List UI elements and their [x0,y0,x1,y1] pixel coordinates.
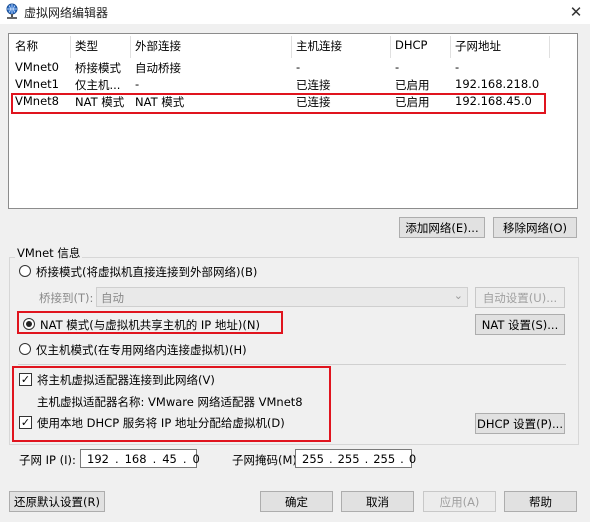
ip-dot: . [152,451,157,466]
app-network-icon [4,3,20,20]
help-button[interactable]: 帮助 [504,491,577,512]
table-cell[interactable]: 已连接 [296,94,331,111]
bridge-to-label: 桥接到(T): [39,291,94,305]
ip-dot: . [328,451,333,466]
ip-dot: . [182,451,187,466]
table-cell[interactable]: NAT 模式 [75,94,124,111]
table-cell[interactable]: 192.168.45.0 [455,94,532,111]
table-cell[interactable]: 192.168.218.0 [455,77,539,94]
network-table[interactable]: 名称 类型 外部连接 主机连接 DHCP 子网地址 VMnet0 桥接模式 自动… [8,33,578,209]
bridge-to-select[interactable]: 自动 ⌄ [96,287,468,307]
table-cell[interactable]: - [455,60,459,77]
window-title: 虚拟网络编辑器 [24,6,109,20]
apply-button[interactable]: 应用(A) [423,491,496,512]
column-divider [70,36,71,58]
ip-octet: 192 [87,451,109,466]
nat-mode-label[interactable]: NAT 模式(与虚拟机共享主机的 IP 地址)(N) [40,317,260,333]
column-header-type[interactable]: 类型 [75,38,98,58]
use-dhcp-label[interactable]: 使用本地 DHCP 服务将 IP 地址分配给虚拟机(D) [37,415,285,431]
ip-dot: . [364,451,369,466]
column-divider [130,36,131,58]
column-header-subnet[interactable]: 子网地址 [455,38,501,58]
adapter-name-text: 主机虚拟适配器名称: VMware 网络适配器 VMnet8 [37,395,303,409]
divider [18,364,566,365]
dhcp-settings-button[interactable]: DHCP 设置(P)... [475,413,565,434]
column-divider [390,36,391,58]
ip-octet: 168 [124,451,147,466]
column-header-dhcp[interactable]: DHCP [395,38,427,58]
column-divider [549,36,550,58]
bridge-mode-radio[interactable] [19,265,31,277]
connect-adapter-label[interactable]: 将主机虚拟适配器连接到此网络(V) [37,372,215,388]
subnet-mask-input[interactable]: 255 . 255 . 255 . 0 [295,449,416,468]
table-cell[interactable]: 已启用 [395,77,430,94]
nat-mode-radio[interactable] [23,318,35,330]
table-cell[interactable]: - [135,77,139,94]
add-network-button[interactable]: 添加网络(E)... [399,217,485,238]
table-cell[interactable]: VMnet0 [15,60,59,77]
column-divider [291,36,292,58]
column-header-external[interactable]: 外部连接 [135,38,181,58]
mask-octet: 255 [302,451,324,466]
auto-settings-button[interactable]: 自动设置(U)... [475,287,565,308]
group-label: VMnet 信息 [15,245,83,261]
ip-octet: 45 [162,451,177,466]
table-cell[interactable]: 已连接 [296,77,331,94]
mask-octet: 255 [337,451,360,466]
subnet-ip-label: 子网 IP (I): [19,453,76,467]
ok-button[interactable]: 确定 [260,491,333,512]
column-header-name[interactable]: 名称 [15,38,38,58]
ip-dot: . [400,451,404,466]
table-cell[interactable]: 已启用 [395,94,430,111]
subnet-mask-label: 子网掩码(M): [232,453,301,467]
ip-octet: 0 [192,451,200,466]
restore-defaults-button[interactable]: 还原默认设置(R) [9,491,105,512]
column-divider [450,36,451,58]
ip-dot: . [114,451,119,466]
table-cell[interactable]: - [296,60,300,77]
bridge-mode-label[interactable]: 桥接模式(将虚拟机直接连接到外部网络)(B) [36,264,257,280]
nat-settings-button[interactable]: NAT 设置(S)... [475,314,565,335]
connect-adapter-checkbox[interactable]: ✓ [19,373,32,386]
table-cell[interactable]: 自动桥接 [135,60,181,77]
table-cell[interactable]: - [395,60,399,77]
chevron-down-icon: ⌄ [453,289,463,302]
use-dhcp-checkbox[interactable]: ✓ [19,416,32,429]
column-header-host[interactable]: 主机连接 [296,38,342,58]
mask-octet: 0 [408,451,417,466]
table-cell[interactable]: 桥接模式 [75,60,121,77]
table-cell[interactable]: VMnet1 [15,77,59,94]
table-cell[interactable]: VMnet8 [15,94,59,111]
host-only-radio[interactable] [19,343,31,355]
table-cell[interactable]: NAT 模式 [135,94,184,111]
subnet-ip-input[interactable]: 192 . 168 . 45 . 0 [80,449,200,468]
remove-network-button[interactable]: 移除网络(O) [493,217,577,238]
close-icon[interactable]: ✕ [562,0,590,24]
bridge-to-value: 自动 [101,291,124,305]
table-cell[interactable]: 仅主机... [75,77,131,94]
cancel-button[interactable]: 取消 [341,491,414,512]
host-only-label[interactable]: 仅主机模式(在专用网络内连接虚拟机)(H) [36,342,247,358]
mask-octet: 255 [373,451,396,466]
